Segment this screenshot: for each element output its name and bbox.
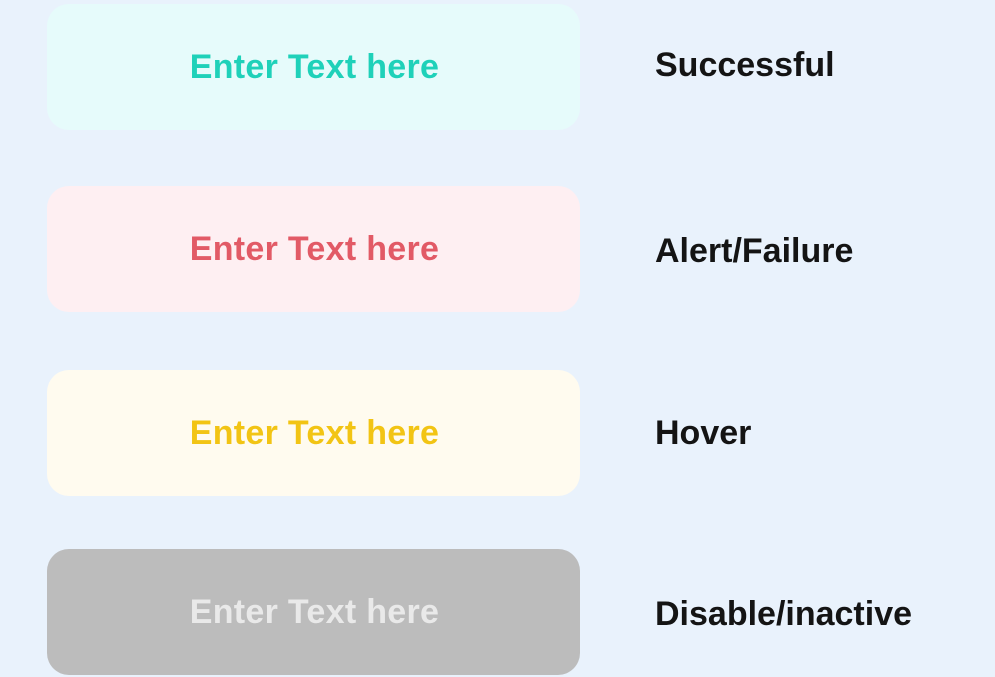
text-input-successful[interactable]: Enter Text here xyxy=(47,4,580,130)
text-input-disabled: Enter Text here xyxy=(47,549,580,675)
input-placeholder: Enter Text here xyxy=(189,229,440,268)
state-row-alert-failure: Enter Text here Alert/Failure xyxy=(0,186,995,312)
state-row-successful: Enter Text here Successful xyxy=(0,4,995,130)
state-label-hover: Hover xyxy=(655,413,752,452)
state-row-hover: Enter Text here Hover xyxy=(0,370,995,496)
state-label-alert-failure: Alert/Failure xyxy=(655,231,854,270)
input-placeholder: Enter Text here xyxy=(189,413,440,452)
input-placeholder: Enter Text here xyxy=(189,592,440,631)
text-input-hover[interactable]: Enter Text here xyxy=(47,370,580,496)
state-row-disabled-inactive: Enter Text here Disable/inactive xyxy=(0,549,995,675)
input-placeholder: Enter Text here xyxy=(189,47,440,86)
state-label-successful: Successful xyxy=(655,45,835,84)
text-input-alert-failure[interactable]: Enter Text here xyxy=(47,186,580,312)
state-label-disabled-inactive: Disable/inactive xyxy=(655,594,913,633)
